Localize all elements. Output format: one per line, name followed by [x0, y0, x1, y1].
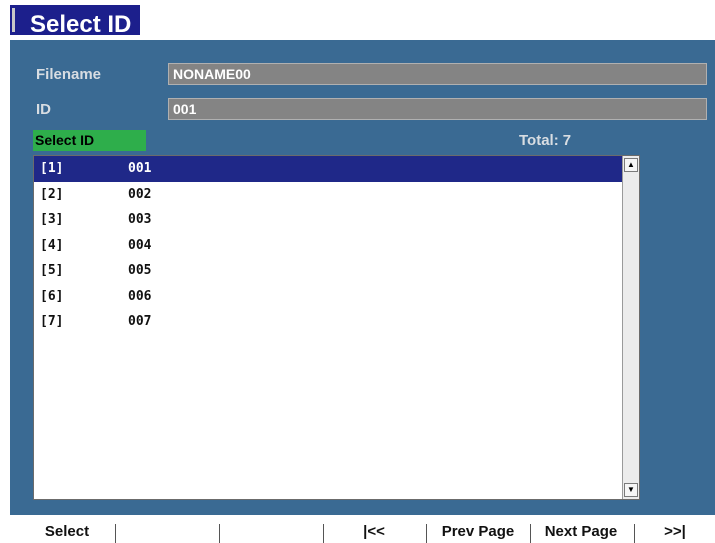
- blank-softkey-2[interactable]: [116, 520, 216, 543]
- filename-field[interactable]: NONAME00: [168, 63, 707, 85]
- list-item-index: [2]: [40, 186, 64, 202]
- list-item-index: [3]: [40, 212, 64, 227]
- softkey-bar: Select |<< Prev Page Next Page >>|: [10, 520, 715, 543]
- list-item-id: 005: [128, 263, 152, 278]
- title-block: Select ID: [10, 5, 140, 38]
- list-item[interactable]: [6] 006: [34, 284, 639, 310]
- id-list[interactable]: [1] 001 [2] 002 [3] 003 [4] 004 [5] 005 [6] 006 [7] 0…: [33, 155, 640, 500]
- prev-page-softkey[interactable]: Prev Page: [427, 520, 529, 543]
- list-item[interactable]: [7] 007: [34, 309, 639, 335]
- list-item-id: 004: [128, 237, 152, 253]
- list-item-index: [6]: [40, 288, 64, 304]
- list-item-id: 002: [128, 186, 152, 202]
- scroll-down-arrow-icon[interactable]: ▼: [624, 483, 638, 497]
- first-page-softkey[interactable]: |<<: [324, 520, 424, 543]
- select-id-tag: Select ID: [33, 130, 146, 151]
- total-value: 7: [562, 132, 572, 149]
- list-item-index: [1]: [40, 161, 64, 176]
- total-count: Total: 7: [519, 132, 571, 149]
- title-bar: Select ID: [0, 0, 715, 40]
- select-softkey[interactable]: Select: [22, 520, 112, 543]
- blank-softkey-3[interactable]: [220, 520, 320, 543]
- window-title: Select ID: [30, 11, 132, 38]
- list-item[interactable]: [3] 003: [34, 207, 639, 233]
- list-item-id: 007: [128, 314, 152, 329]
- list-item[interactable]: [2] 002: [34, 182, 639, 208]
- list-item-id: 006: [128, 288, 152, 304]
- id-label: ID: [36, 101, 51, 118]
- list-scrollbar[interactable]: ▲ ▼: [622, 156, 639, 499]
- list-item[interactable]: [1] 001: [34, 156, 639, 182]
- id-field[interactable]: 001: [168, 98, 707, 120]
- id-list-rows: [1] 001 [2] 002 [3] 003 [4] 004 [5] 005 [6] 006 [7] 0…: [34, 156, 639, 335]
- list-item-index: [5]: [40, 263, 64, 278]
- list-item-index: [7]: [40, 314, 64, 329]
- list-item-id: 003: [128, 212, 152, 227]
- scroll-up-arrow-icon[interactable]: ▲: [624, 158, 638, 172]
- list-item[interactable]: [4] 004: [34, 233, 639, 259]
- list-item-id: 001: [128, 161, 152, 176]
- title-accent-bar: [12, 8, 15, 32]
- next-page-softkey[interactable]: Next Page: [531, 520, 631, 543]
- list-item-index: [4]: [40, 237, 64, 253]
- list-item[interactable]: [5] 005: [34, 258, 639, 284]
- last-page-softkey[interactable]: >>|: [635, 520, 715, 543]
- filename-label: Filename: [36, 66, 102, 83]
- total-label: Total:: [519, 132, 559, 149]
